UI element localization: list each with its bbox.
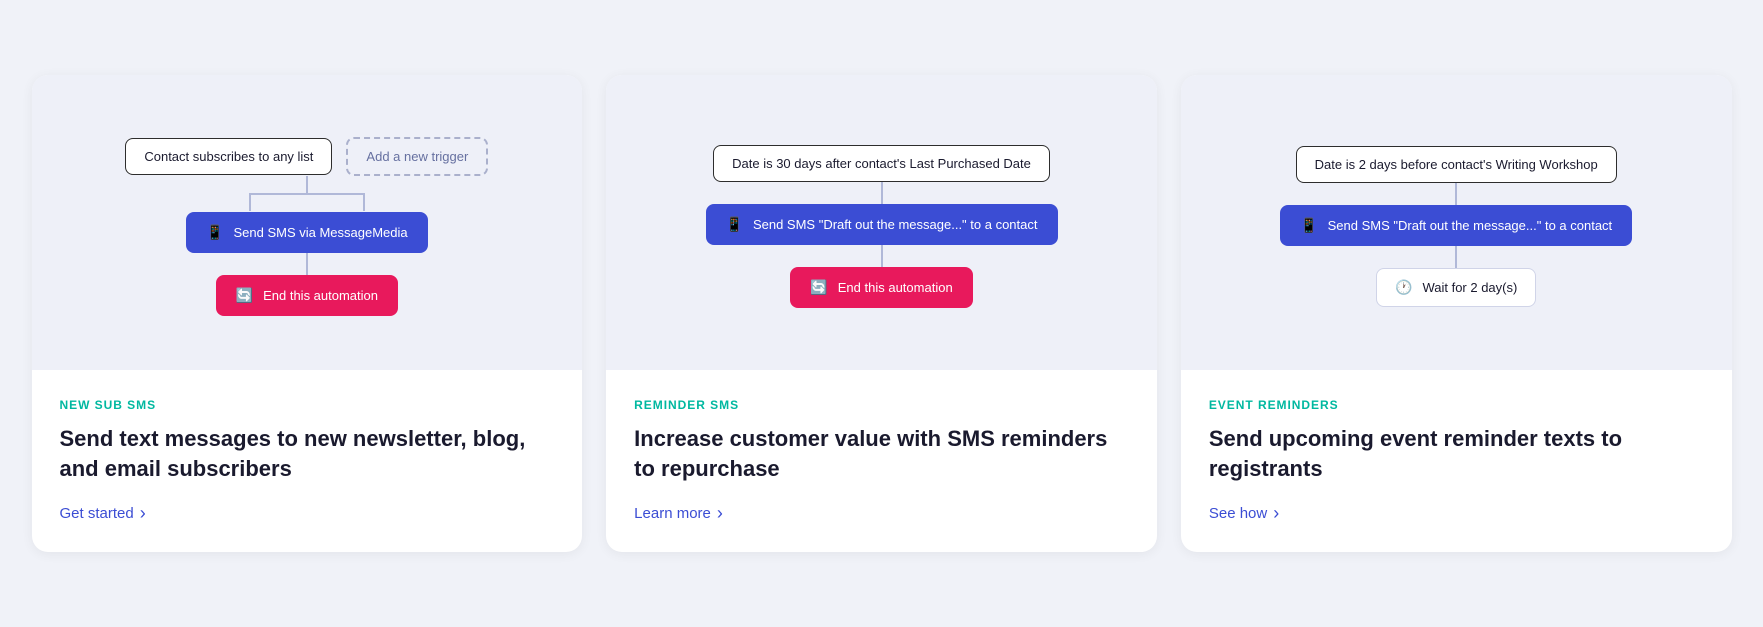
- card-body-event-reminders: EVENT REMINDERS Send upcoming event remi…: [1181, 370, 1732, 552]
- trigger-node-date: Date is 30 days after contact's Last Pur…: [713, 145, 1050, 182]
- action-node-send-sms: 📱 Send SMS via MessageMedia: [186, 212, 428, 253]
- card-diagram-event-reminders: Date is 2 days before contact's Writing …: [1181, 75, 1732, 370]
- chevron-icon-3: ›: [1273, 503, 1279, 524]
- card-event-reminders: Date is 2 days before contact's Writing …: [1181, 75, 1732, 552]
- sms-icon-3: 📱: [1300, 217, 1317, 234]
- diagram-reminder-sms: Date is 30 days after contact's Last Pur…: [706, 145, 1058, 308]
- sms-icon-2: 📱: [726, 216, 743, 233]
- category-label-reminder-sms: REMINDER SMS: [634, 398, 1129, 412]
- card-diagram-reminder-sms: Date is 30 days after contact's Last Pur…: [606, 75, 1157, 370]
- card-body-new-sub-sms: NEW SUB SMS Send text messages to new ne…: [32, 370, 583, 552]
- end-node: 🔄 End this automation: [216, 275, 398, 316]
- trigger-node-subscribe: Contact subscribes to any list: [125, 138, 332, 175]
- wait-node: 🕐 Wait for 2 day(s): [1376, 268, 1536, 307]
- trigger-node-add[interactable]: Add a new trigger: [346, 137, 488, 176]
- diagram-event-reminders: Date is 2 days before contact's Writing …: [1280, 146, 1632, 307]
- fork-connector: [177, 176, 437, 212]
- chevron-icon-2: ›: [717, 503, 723, 524]
- card-link-new-sub-sms[interactable]: Get started ›: [60, 503, 146, 524]
- triggers-row: Contact subscribes to any list Add a new…: [125, 137, 488, 176]
- action-node-send-sms-3: 📱 Send SMS "Draft out the message..." to…: [1280, 205, 1632, 246]
- chevron-icon: ›: [140, 503, 146, 524]
- sms-icon: 📱: [206, 224, 223, 241]
- diagram-new-sub-sms: Contact subscribes to any list Add a new…: [125, 137, 488, 316]
- card-link-event-reminders[interactable]: See how ›: [1209, 503, 1279, 524]
- connector-line-2a: [881, 182, 883, 204]
- clock-icon: 🕐: [1395, 279, 1412, 296]
- category-label-event-reminders: EVENT REMINDERS: [1209, 398, 1704, 412]
- card-diagram-new-sub-sms: Contact subscribes to any list Add a new…: [32, 75, 583, 370]
- end-node-2: 🔄 End this automation: [790, 267, 972, 308]
- end-icon: 🔄: [236, 287, 253, 304]
- card-new-sub-sms: Contact subscribes to any list Add a new…: [32, 75, 583, 552]
- end-icon-2: 🔄: [810, 279, 827, 296]
- connector-line-1: [306, 253, 308, 275]
- trigger-node-event: Date is 2 days before contact's Writing …: [1296, 146, 1617, 183]
- card-link-reminder-sms[interactable]: Learn more ›: [634, 503, 723, 524]
- connector-line-3a: [1455, 183, 1457, 205]
- cards-container: Contact subscribes to any list Add a new…: [32, 75, 1732, 552]
- connector-line-2b: [881, 245, 883, 267]
- connector-line-3b: [1455, 246, 1457, 268]
- card-reminder-sms: Date is 30 days after contact's Last Pur…: [606, 75, 1157, 552]
- card-title-reminder-sms: Increase customer value with SMS reminde…: [634, 424, 1129, 483]
- action-node-send-sms-2: 📱 Send SMS "Draft out the message..." to…: [706, 204, 1058, 245]
- card-body-reminder-sms: REMINDER SMS Increase customer value wit…: [606, 370, 1157, 552]
- card-title-event-reminders: Send upcoming event reminder texts to re…: [1209, 424, 1704, 483]
- card-title-new-sub-sms: Send text messages to new newsletter, bl…: [60, 424, 555, 483]
- category-label-new-sub-sms: NEW SUB SMS: [60, 398, 555, 412]
